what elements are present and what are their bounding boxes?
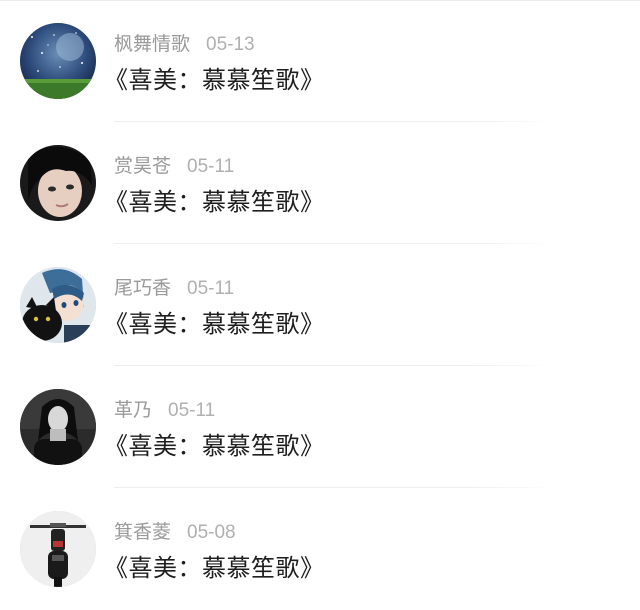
comment-item[interactable]: 赏昊苍 05-11 《喜美：慕慕笙歌》 <box>0 122 640 244</box>
comment-meta: 箕香菱 05-08 <box>114 519 236 545</box>
comment-item[interactable]: 箕香菱 05-08 《喜美：慕慕笙歌》 <box>0 488 640 610</box>
comment-text[interactable]: 《喜美：慕慕笙歌》 <box>104 308 325 340</box>
comment-text[interactable]: 《喜美：慕慕笙歌》 <box>104 430 325 462</box>
comment-meta: 赏昊苍 05-11 <box>114 153 234 179</box>
author-name[interactable]: 赏昊苍 <box>114 155 171 177</box>
comment-item[interactable]: 枫舞情歌 05-13 《喜美：慕慕笙歌》 <box>0 0 640 122</box>
monochrome-girl-portrait-avatar-icon[interactable] <box>20 389 96 465</box>
night-sky-avatar-icon[interactable] <box>20 23 96 99</box>
comment-date: 05-11 <box>187 156 235 177</box>
comment-item[interactable]: 尾巧香 05-11 《喜美：慕慕笙歌》 <box>0 244 640 366</box>
comment-text[interactable]: 《喜美：慕慕笙歌》 <box>104 64 325 96</box>
author-name[interactable]: 枫舞情歌 <box>114 33 190 55</box>
comment-date: 05-13 <box>206 34 255 55</box>
comment-date: 05-08 <box>187 522 236 543</box>
anime-boy-with-cat-avatar-icon[interactable] <box>20 267 96 343</box>
comment-meta: 枫舞情歌 05-13 <box>114 31 255 57</box>
dark-hair-portrait-avatar-icon[interactable] <box>20 145 96 221</box>
author-name[interactable]: 革乃 <box>114 399 152 421</box>
comment-date: 05-11 <box>168 400 216 421</box>
author-name[interactable]: 箕香菱 <box>114 521 171 543</box>
comment-meta: 尾巧香 05-11 <box>114 275 234 301</box>
comment-text[interactable]: 《喜美：慕慕笙歌》 <box>104 186 325 218</box>
comment-meta: 革乃 05-11 <box>114 397 215 423</box>
motorcycle-avatar-icon[interactable] <box>20 511 96 587</box>
comment-text[interactable]: 《喜美：慕慕笙歌》 <box>104 552 325 584</box>
comment-item[interactable]: 革乃 05-11 《喜美：慕慕笙歌》 <box>0 366 640 488</box>
author-name[interactable]: 尾巧香 <box>114 277 171 299</box>
comment-date: 05-11 <box>187 278 235 299</box>
